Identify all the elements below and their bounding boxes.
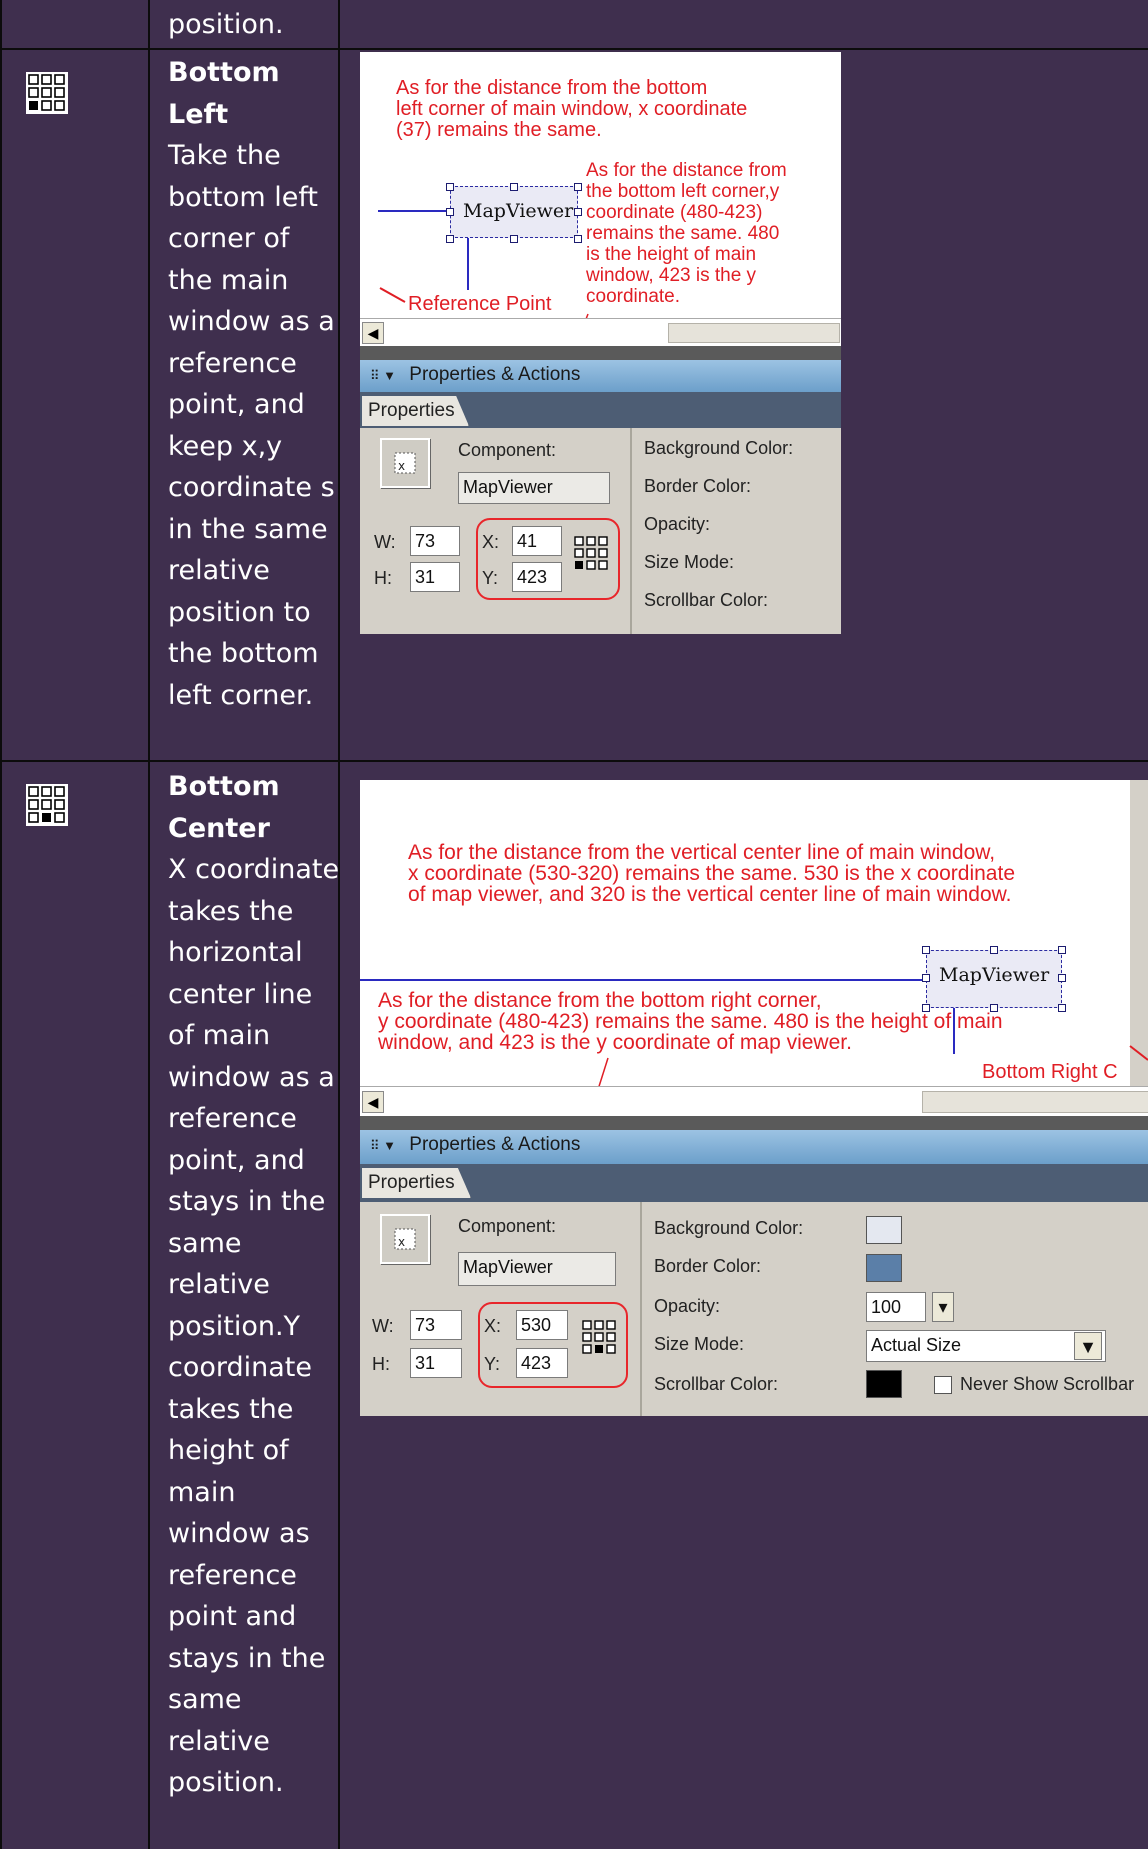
row-1-title: Bottom Left <box>168 57 280 130</box>
screenshot-bottom-left: As for the distance from the bottom left… <box>360 52 841 634</box>
background-color-label: Background Color: <box>654 1218 804 1238</box>
panel-gap <box>360 1116 1148 1130</box>
component-icon: x <box>380 438 430 488</box>
selection-handle[interactable] <box>990 946 998 954</box>
scrollbar-color-label: Scrollbar Color: <box>644 590 769 610</box>
col-divider-left <box>0 0 2 1849</box>
horizontal-scrollbar[interactable]: ◀ <box>360 1086 1148 1117</box>
component-field[interactable]: MapViewer <box>458 1252 616 1286</box>
h-label: H: <box>374 568 392 588</box>
panel-title: Properties & Actions <box>409 364 581 385</box>
tab-strip: Properties <box>360 392 841 428</box>
h-input[interactable]: 31 <box>410 562 460 592</box>
horizontal-scrollbar[interactable]: ◀ <box>360 318 841 347</box>
svg-text:x: x <box>398 459 405 473</box>
component-label: Component: <box>458 440 557 460</box>
scrollbar-color-swatch[interactable] <box>866 1370 902 1398</box>
never-show-scrollbar-checkbox[interactable] <box>934 1376 952 1394</box>
grid-anchor-bottom-left-icon <box>26 72 68 114</box>
properties-actions-header[interactable]: ⠿ ▼ Properties & Actions <box>360 360 841 392</box>
annotation-y-coordinate: As for the distance from the bottom righ… <box>378 989 1003 1054</box>
selection-handle[interactable] <box>510 183 518 191</box>
border-color-swatch[interactable] <box>866 1254 902 1282</box>
scrollbar-color-label: Scrollbar Color: <box>654 1374 779 1394</box>
panel-gap <box>360 346 841 360</box>
selection-handle[interactable] <box>510 235 518 243</box>
size-mode-select[interactable]: Actual Size <box>866 1330 1106 1362</box>
map-viewer-component[interactable]: MapViewer <box>450 186 578 238</box>
w-label: W: <box>372 1316 394 1336</box>
screenshot-bottom-center: As for the distance from the vertical ce… <box>360 780 1148 1416</box>
collapse-triangle-icon[interactable]: ⠿ ▼ <box>370 368 396 383</box>
selection-handle[interactable] <box>1058 974 1066 982</box>
selection-handle[interactable] <box>446 208 454 216</box>
coordinate-highlight <box>478 1302 628 1388</box>
row-1-text: Bottom Left Take the bottom left corner … <box>168 52 340 716</box>
tab-strip: Properties <box>360 1164 1148 1202</box>
opacity-label: Opacity: <box>654 1296 721 1316</box>
component-label: Component: <box>458 1216 557 1236</box>
panel-divider <box>630 428 632 634</box>
scroll-track[interactable] <box>668 323 840 343</box>
h-input[interactable]: 31 <box>410 1348 462 1378</box>
w-label: W: <box>374 532 396 552</box>
border-color-label: Border Color: <box>644 476 752 496</box>
background-color-label: Background Color: <box>644 438 794 458</box>
properties-panel: x Component: MapViewer W: 73 H: 31 X: 53… <box>360 1202 1148 1416</box>
row-2-description: X coordinate takes the horizontal center… <box>168 854 340 1798</box>
selection-handle[interactable] <box>574 235 582 243</box>
reference-point-label: Reference Point <box>408 293 552 315</box>
background-color-swatch[interactable] <box>866 1216 902 1244</box>
col-divider-1 <box>148 0 150 1849</box>
selection-handle[interactable] <box>922 974 930 982</box>
row-2-text: Bottom Center X coordinate takes the hor… <box>168 766 340 1804</box>
selection-handle[interactable] <box>574 183 582 191</box>
properties-actions-header[interactable]: ⠿ ▼ Properties & Actions <box>360 1130 1148 1164</box>
opacity-dropdown-button[interactable]: ▾ <box>932 1292 954 1322</box>
component-field[interactable]: MapViewer <box>458 472 610 504</box>
size-mode-dropdown-arrow-icon[interactable]: ▼ <box>1074 1332 1102 1360</box>
scroll-left-arrow-icon[interactable]: ◀ <box>362 1091 384 1113</box>
border-color-label: Border Color: <box>654 1256 762 1276</box>
coordinate-highlight <box>476 518 620 600</box>
h-label: H: <box>372 1354 390 1374</box>
component-icon: x <box>380 1214 430 1264</box>
collapse-triangle-icon[interactable]: ⠿ ▼ <box>370 1138 396 1153</box>
panel-divider <box>640 1202 642 1416</box>
scroll-left-arrow-icon[interactable]: ◀ <box>362 322 384 344</box>
properties-panel: x Component: MapViewer W: 73 H: 31 X: 41… <box>360 428 841 634</box>
svg-text:x: x <box>398 1235 405 1249</box>
size-mode-label: Size Mode: <box>644 552 735 572</box>
row-0-description: position. <box>168 9 284 40</box>
row-divider-1 <box>0 48 1148 50</box>
selection-handle[interactable] <box>1058 1004 1066 1012</box>
opacity-label: Opacity: <box>644 514 711 534</box>
selection-handle[interactable] <box>446 183 454 191</box>
row-0-text: position. <box>168 4 340 46</box>
row-1-description: Take the bottom left corner of the main … <box>168 140 335 711</box>
tab-properties[interactable]: Properties <box>362 396 469 426</box>
never-show-scrollbar-label: Never Show Scrollbar <box>960 1374 1135 1394</box>
opacity-input[interactable]: 100 <box>866 1292 926 1322</box>
selection-handle[interactable] <box>446 235 454 243</box>
tab-properties[interactable]: Properties <box>362 1168 471 1198</box>
row-divider-2 <box>0 760 1148 762</box>
selection-handle[interactable] <box>1058 946 1066 954</box>
grid-anchor-bottom-center-icon <box>26 784 68 826</box>
w-input[interactable]: 73 <box>410 526 460 556</box>
panel-title: Properties & Actions <box>409 1134 581 1155</box>
size-mode-label: Size Mode: <box>654 1334 745 1354</box>
row-2-title: Bottom Center <box>168 771 280 844</box>
selection-handle[interactable] <box>922 946 930 954</box>
scroll-track[interactable] <box>922 1091 1148 1113</box>
selection-handle[interactable] <box>574 208 582 216</box>
w-input[interactable]: 73 <box>410 1310 462 1340</box>
